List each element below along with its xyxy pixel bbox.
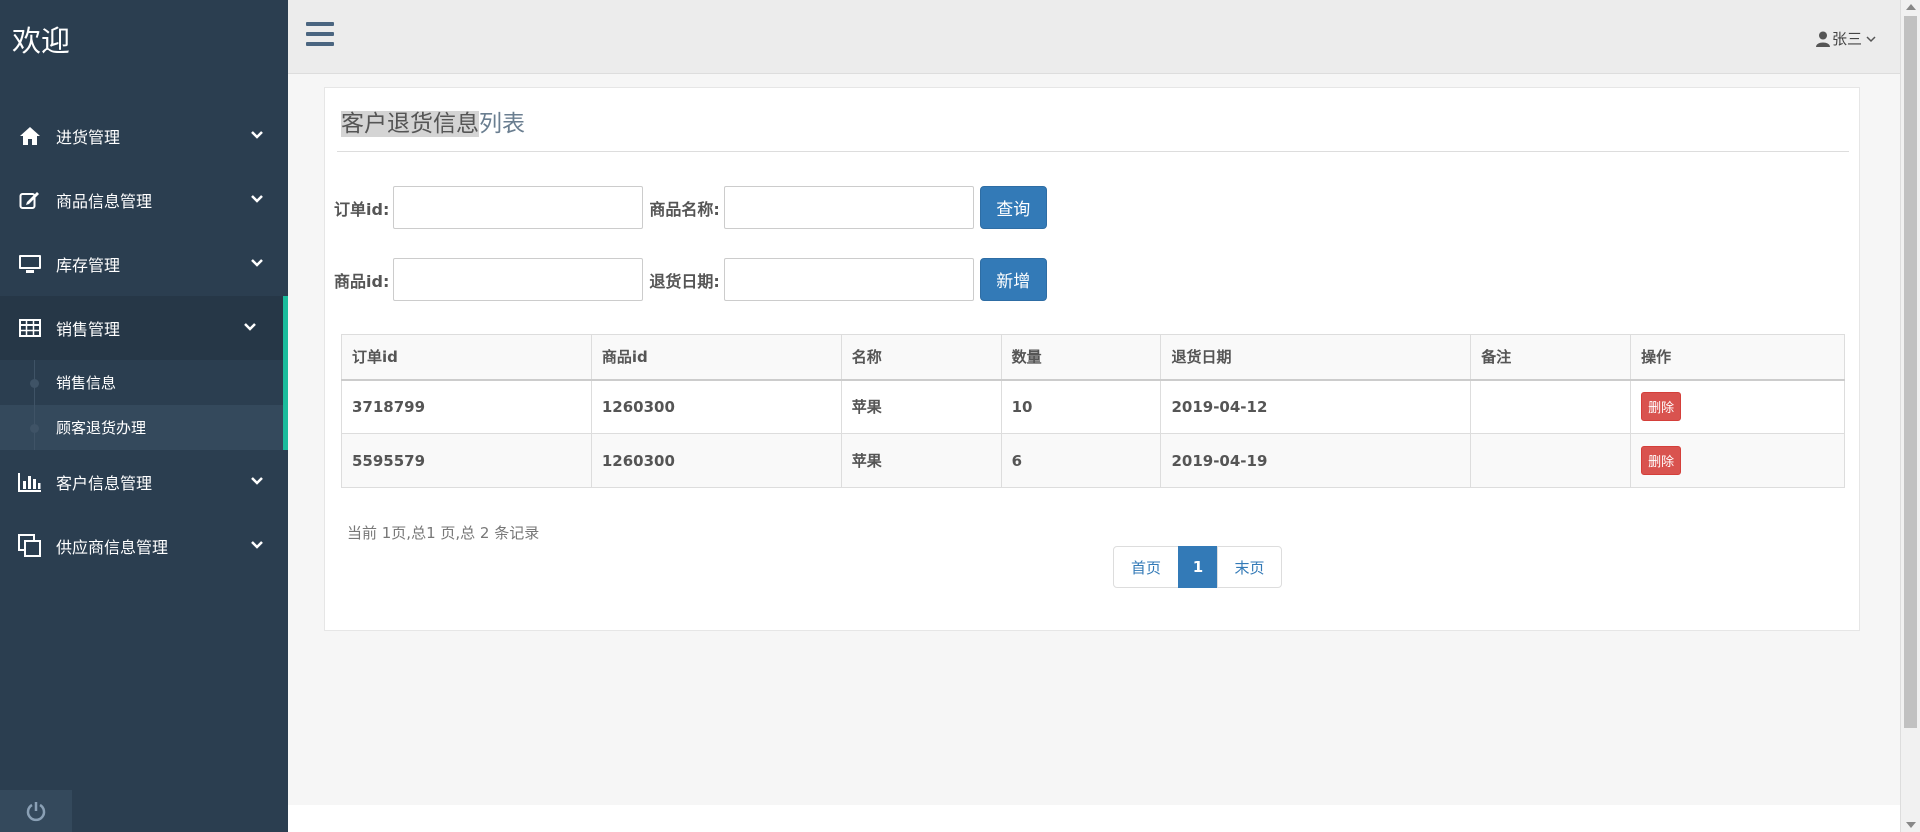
sidebar: 欢迎 进货管理 商品信息管理 库存管理 销售管理 销售信息 顾客退货办理 客户信… <box>0 0 288 832</box>
sidebar-item-purchase[interactable]: 进货管理 <box>0 104 288 168</box>
sidebar-item-supplier-info[interactable]: 供应商信息管理 <box>0 514 288 578</box>
sidebar-item-label: 客户信息管理 <box>56 474 153 493</box>
order-id-label: 订单id: <box>334 199 390 219</box>
col-header-return-date: 退货日期 <box>1160 334 1472 381</box>
cell-note <box>1470 433 1632 488</box>
table-header-row: 订单id 商品id 名称 数量 退货日期 备注 操作 <box>341 334 1845 381</box>
table-row: 3718799 1260300 苹果 10 2019-04-12 删除 <box>341 379 1845 434</box>
page-title: 客户退货信息列表 <box>337 104 1849 152</box>
scroll-up-icon[interactable] <box>1906 4 1916 10</box>
col-header-note: 备注 <box>1470 334 1632 381</box>
monitor-icon <box>18 252 42 276</box>
product-name-label: 商品名称: <box>649 199 720 219</box>
table-row: 5595579 1260300 苹果 6 2019-04-19 删除 <box>341 433 1845 488</box>
cell-qty: 6 <box>1000 433 1162 488</box>
sidebar-item-inventory[interactable]: 库存管理 <box>0 232 288 296</box>
chevron-down-icon <box>244 323 256 331</box>
cell-product-id: 1260300 <box>590 433 842 488</box>
query-button[interactable]: 查询 <box>979 186 1047 229</box>
sidebar-item-label: 销售管理 <box>56 320 121 339</box>
edit-icon <box>18 188 42 212</box>
copy-icon <box>18 534 42 558</box>
add-button[interactable]: 新增 <box>979 258 1047 301</box>
menu-toggle-icon[interactable] <box>306 22 334 48</box>
cell-return-date: 2019-04-12 <box>1160 379 1472 434</box>
last-page-button[interactable]: 末页 <box>1217 546 1282 588</box>
chevron-down-icon <box>251 259 263 267</box>
scrollbar-thumb[interactable] <box>1904 16 1917 728</box>
bottom-strip <box>288 805 1900 832</box>
scroll-down-icon[interactable] <box>1906 822 1916 828</box>
cell-action: 删除 <box>1630 379 1845 434</box>
sidebar-item-customer-info[interactable]: 客户信息管理 <box>0 450 288 514</box>
sub-item-customer-returns[interactable]: 顾客退货办理 <box>0 405 283 450</box>
cell-qty: 10 <box>1000 379 1162 434</box>
product-id-label: 商品id: <box>334 271 390 291</box>
main-content: 客户退货信息列表 订单id: 商品名称: 查询 商品id: 退货日期: 新增 订… <box>288 75 1900 805</box>
cell-return-date: 2019-04-19 <box>1160 433 1472 488</box>
search-row-2: 商品id: 退货日期: 新增 <box>334 258 1047 301</box>
cell-name: 苹果 <box>840 379 1002 434</box>
bullet-icon <box>30 379 39 388</box>
sub-item-label: 顾客退货办理 <box>56 419 147 437</box>
first-page-button[interactable]: 首页 <box>1113 546 1179 588</box>
cell-product-id: 1260300 <box>590 379 842 434</box>
returns-panel: 客户退货信息列表 订单id: 商品名称: 查询 商品id: 退货日期: 新增 订… <box>324 87 1860 631</box>
col-header-action: 操作 <box>1630 334 1845 381</box>
returns-table: 订单id 商品id 名称 数量 退货日期 备注 操作 3718799 12603… <box>341 334 1845 488</box>
search-row-1: 订单id: 商品名称: 查询 <box>334 186 1047 229</box>
chevron-down-icon <box>251 477 263 485</box>
sales-submenu: 销售信息 顾客退货办理 <box>0 360 288 450</box>
cell-action: 删除 <box>1630 433 1845 488</box>
product-name-input[interactable] <box>723 186 974 229</box>
cell-name: 苹果 <box>840 433 1002 488</box>
user-name: 张三 <box>1831 30 1862 48</box>
order-id-input[interactable] <box>393 186 644 229</box>
power-icon <box>26 802 46 822</box>
power-button[interactable] <box>0 790 72 832</box>
col-header-order-id: 订单id <box>341 334 592 381</box>
chevron-down-icon <box>1866 35 1876 42</box>
return-date-input[interactable] <box>723 258 974 301</box>
product-id-input[interactable] <box>393 258 644 301</box>
col-header-qty: 数量 <box>1000 334 1162 381</box>
sidebar-item-sales[interactable]: 销售管理 <box>0 296 288 360</box>
sidebar-menu: 进货管理 商品信息管理 库存管理 销售管理 销售信息 顾客退货办理 客户信息管理… <box>0 104 288 578</box>
col-header-name: 名称 <box>840 334 1002 381</box>
page-title-highlight: 客户退货信息 <box>341 111 479 137</box>
chevron-down-icon <box>251 131 263 139</box>
bar-chart-icon <box>18 470 42 494</box>
return-date-label: 退货日期: <box>649 271 720 291</box>
sidebar-item-product-info[interactable]: 商品信息管理 <box>0 168 288 232</box>
pagination-info: 当前 1页,总1 页,总 2 条记录 <box>347 524 540 542</box>
brand-title: 欢迎 <box>12 24 71 58</box>
sub-item-sales-info[interactable]: 销售信息 <box>0 360 283 405</box>
chevron-down-icon <box>251 541 263 549</box>
current-page-button[interactable]: 1 <box>1178 546 1218 588</box>
col-header-product-id: 商品id <box>590 334 842 381</box>
page-scrollbar[interactable] <box>1900 0 1920 832</box>
cell-note <box>1470 379 1632 434</box>
sub-item-label: 销售信息 <box>56 374 117 392</box>
delete-button[interactable]: 删除 <box>1641 446 1682 475</box>
user-menu[interactable]: 张三 <box>1815 28 1876 49</box>
sidebar-item-label: 库存管理 <box>56 256 121 275</box>
topbar: 张三 <box>288 0 1900 74</box>
bullet-icon <box>30 424 39 433</box>
cell-order-id: 5595579 <box>341 433 592 488</box>
sidebar-item-label: 供应商信息管理 <box>56 538 169 557</box>
sidebar-item-label: 商品信息管理 <box>56 192 153 211</box>
chevron-down-icon <box>251 195 263 203</box>
delete-button[interactable]: 删除 <box>1641 392 1682 422</box>
sidebar-item-label: 进货管理 <box>56 128 121 147</box>
page-title-rest: 列表 <box>479 111 525 137</box>
user-icon <box>1815 31 1830 47</box>
cell-order-id: 3718799 <box>341 379 592 434</box>
table-icon <box>18 316 42 340</box>
home-icon <box>18 124 42 148</box>
pagination: 首页 1 末页 <box>1113 546 1282 588</box>
